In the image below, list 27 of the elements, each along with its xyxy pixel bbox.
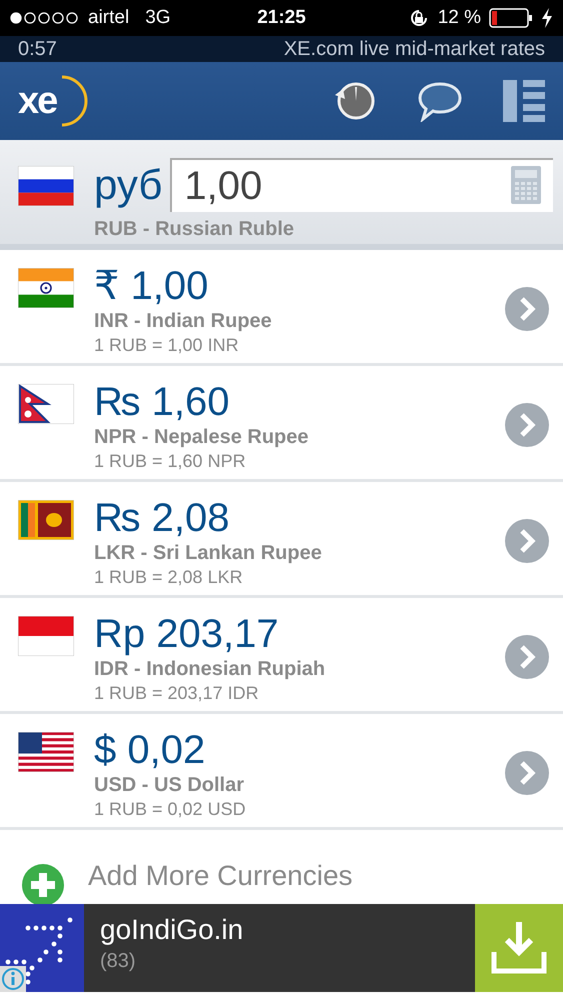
tagline: XE.com live mid-market rates — [284, 38, 545, 60]
battery-percent: 12 % — [438, 7, 482, 29]
clock-time: 21:25 — [257, 7, 306, 29]
currency-name: LKR - Sri Lankan Rupee — [94, 542, 323, 565]
timer-text: 0:57 — [18, 38, 57, 60]
currency-name: INR - Indian Rupee — [94, 310, 273, 333]
carrier-name: airtel — [88, 7, 130, 29]
rating-count: (83) — [100, 950, 137, 973]
currency-name: IDR - Indonesian Rupiah — [94, 658, 326, 681]
exchange-rate: 1 RUB = 2,08 LKR — [94, 567, 244, 588]
converted-amount: $ 0,02 — [94, 728, 206, 772]
amount-field[interactable]: 1,00 — [170, 158, 553, 212]
exchange-rate: 1 RUB = 0,02 USD — [94, 799, 247, 820]
ad-title: goIndiGo.in — [100, 914, 244, 946]
exchange-rate: 1 RUB = 203,17 IDR — [94, 683, 260, 704]
converted-amount: ₹ 1,00 — [94, 264, 210, 308]
currency-name: NPR - Nepalese Rupee — [94, 426, 310, 449]
xe-logo: xe — [18, 73, 88, 129]
converted-amount: Rp 203,17 — [94, 612, 280, 656]
converted-amount: ₨ 2,08 — [94, 496, 231, 540]
currency-name: RUB - Russian Ruble — [94, 218, 296, 241]
currency-name: USD - US Dollar — [94, 774, 246, 797]
currency-symbol: руб — [94, 160, 162, 210]
exchange-rate: 1 RUB = 1,00 INR — [94, 335, 240, 356]
converted-amount: ₨ 1,60 — [94, 380, 231, 424]
network-type: 3G — [145, 7, 171, 29]
exchange-rate: 1 RUB = 1,60 NPR — [94, 451, 247, 472]
